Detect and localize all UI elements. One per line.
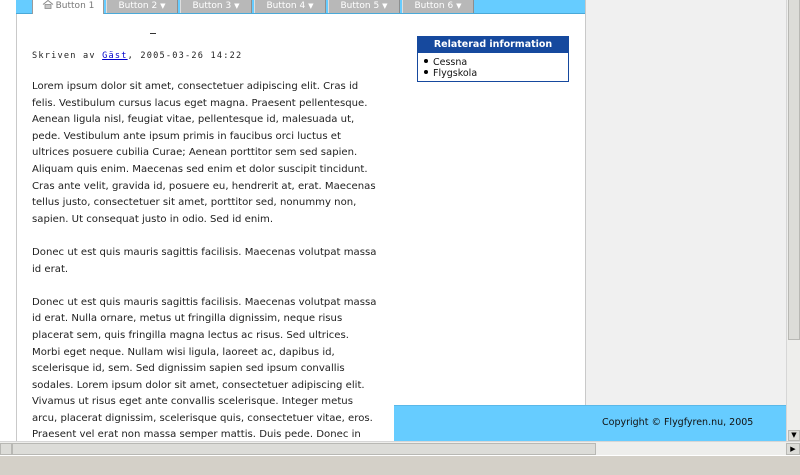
related-info-box: Relaterad information Cessna Flygskola (417, 36, 569, 82)
tab-button-1[interactable]: Button 1 (32, 0, 104, 14)
author-link[interactable]: Gäst (102, 51, 128, 61)
divider-mark (150, 33, 156, 34)
page-footer: Copyright © Flygfyren.nu, 2005 (394, 405, 786, 441)
related-item-flygskola[interactable]: Flygskola (424, 68, 568, 79)
article-paragraph: Donec ut est quis mauris sagittis facili… (32, 296, 377, 441)
scroll-right-icon[interactable]: ▶ (786, 443, 800, 455)
tab-button-3[interactable]: Button 3 ▼ (180, 0, 252, 13)
horizontal-scrollbar[interactable]: ▶ (0, 441, 800, 455)
tab-label: Button 3 (192, 1, 232, 11)
byline-prefix: Skriven av (32, 51, 103, 61)
article-body: Lorem ipsum dolor sit amet, consectetuer… (32, 79, 377, 441)
byline-date: , 2005-03-26 14:22 (127, 51, 243, 61)
tab-label: Button 1 (55, 1, 95, 11)
chevron-down-icon: ▼ (160, 2, 166, 10)
chevron-down-icon: ▼ (456, 2, 462, 10)
chevron-down-icon: ▼ (234, 2, 240, 10)
copyright-text: Copyright © Flygfyren.nu, 2005 (602, 417, 754, 428)
related-item-label: Flygskola (433, 68, 478, 79)
article-byline: Skriven av Gäst, 2005-03-26 14:22 (32, 51, 242, 61)
tab-button-5[interactable]: Button 5 ▼ (328, 0, 400, 13)
article-paragraph: Lorem ipsum dolor sit amet, consectetuer… (32, 81, 376, 225)
tab-button-2[interactable]: Button 2 ▼ (106, 0, 178, 13)
bullet-icon (424, 70, 428, 74)
top-nav-bar: Button 1 Button 2 ▼ Button 3 ▼ Button 4 ▼ B… (16, 0, 585, 14)
chevron-down-icon: ▼ (308, 2, 314, 10)
scroll-down-icon[interactable]: ▼ (788, 430, 800, 441)
related-item-label: Cessna (433, 57, 468, 68)
tab-label: Button 2 (118, 1, 158, 11)
related-item-cessna[interactable]: Cessna (424, 57, 568, 68)
home-icon (42, 0, 54, 9)
status-bar (0, 455, 800, 475)
related-info-list: Cessna Flygskola (418, 53, 568, 79)
tab-button-6[interactable]: Button 6 ▼ (402, 0, 474, 13)
horizontal-scroll-thumb[interactable] (12, 443, 596, 455)
tab-label: Button 6 (414, 1, 454, 11)
scroll-left-button[interactable] (0, 443, 12, 455)
tab-button-4[interactable]: Button 4 ▼ (254, 0, 326, 13)
related-info-title: Relaterad information (418, 37, 568, 53)
bullet-icon (424, 59, 428, 63)
chevron-down-icon: ▼ (382, 2, 388, 10)
browser-viewport: Button 1 Button 2 ▼ Button 3 ▼ Button 4 ▼ B… (0, 0, 786, 441)
article-paragraph: Donec ut est quis mauris sagittis facili… (32, 246, 377, 275)
page-background-right (585, 0, 786, 441)
tab-label: Button 5 (340, 1, 380, 11)
tab-label: Button 4 (266, 1, 306, 11)
vertical-scrollbar[interactable]: ▼ (786, 0, 800, 441)
vertical-scroll-thumb[interactable] (788, 0, 800, 340)
